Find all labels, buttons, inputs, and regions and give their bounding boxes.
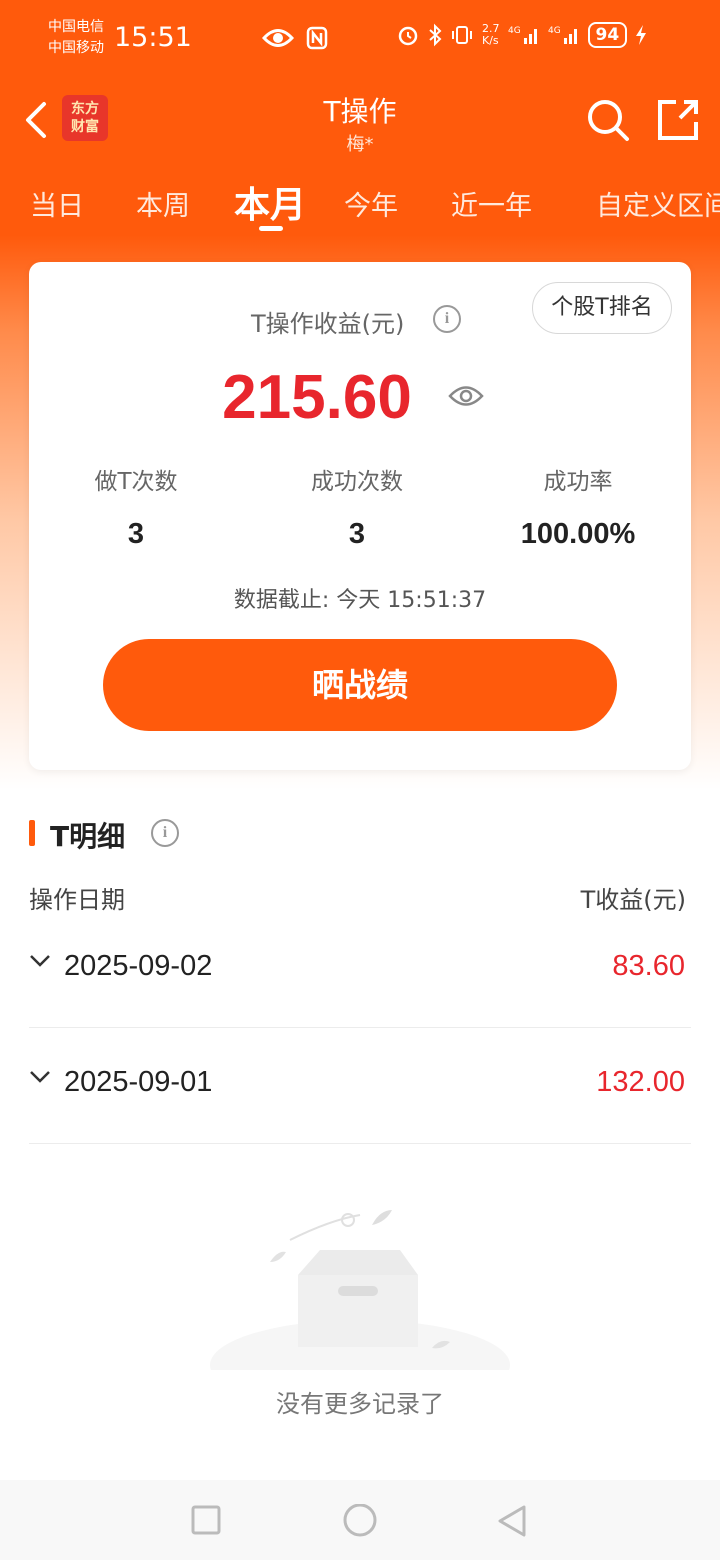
tab-week[interactable]: 本周: [136, 184, 190, 223]
row-date: 2025-09-02: [64, 950, 213, 982]
charging-icon: [636, 25, 647, 45]
tab-today[interactable]: 当日: [30, 184, 84, 223]
svg-text:4G: 4G: [548, 26, 561, 36]
tab-indicator: [259, 226, 283, 231]
profit-label: T操作收益(元): [251, 310, 405, 338]
eye-status-icon: [262, 29, 294, 47]
back-nav-button[interactable]: [496, 1504, 528, 1538]
net-speed: 2.7 K/s: [482, 22, 500, 47]
share-button[interactable]: [654, 96, 702, 144]
row-profit: 83.60: [612, 950, 685, 982]
stat-label: 成功率: [543, 469, 613, 495]
stat-label: 成功次数: [311, 469, 403, 495]
recent-apps-button[interactable]: [190, 1504, 222, 1536]
tab-month[interactable]: 本月: [234, 176, 306, 228]
search-button[interactable]: [584, 96, 632, 144]
row-profit: 132.00: [596, 1066, 685, 1098]
column-header-date: 操作日期: [29, 886, 125, 914]
stat-value: 3: [127, 518, 145, 550]
toggle-visibility-button[interactable]: [448, 383, 484, 413]
stat-value: 3: [348, 518, 366, 550]
svg-text:4G: 4G: [508, 26, 521, 36]
detail-info-icon[interactable]: i: [151, 819, 179, 847]
detail-row[interactable]: 2025-09-01 132.00: [29, 1028, 691, 1144]
signal-4g-icon-1: 4G: [508, 26, 537, 44]
row-date: 2025-09-01: [64, 1066, 213, 1098]
vibrate-icon: [452, 26, 472, 44]
detail-row[interactable]: 2025-09-02 83.60: [29, 912, 691, 1028]
detail-section-title: T明细: [50, 820, 126, 853]
status-icons-right: 2.7 K/s 4G 4G 94: [396, 22, 647, 48]
eye-icon: [448, 386, 484, 406]
profit-info-icon[interactable]: i: [433, 305, 461, 333]
chevron-down-icon: [30, 1071, 50, 1083]
stat-success-count: 成功次数 3: [247, 462, 467, 551]
stock-rank-button[interactable]: 个股T排名: [532, 282, 672, 334]
app-header: 东方财富 T操作 梅*: [0, 82, 720, 162]
carrier-1: 中国电信: [48, 19, 104, 35]
chevron-down-icon: [30, 955, 50, 967]
search-icon: [588, 100, 629, 141]
stat-label: 做T次数: [94, 469, 178, 495]
period-tabs: 当日 本周 本月 今年 近一年 自定义区间: [0, 172, 720, 234]
share-results-button[interactable]: 晒战绩: [103, 639, 617, 731]
signal-4g-icon-2: 4G: [548, 26, 577, 44]
status-icons-left: [262, 26, 328, 50]
column-header-profit: T收益(元): [580, 886, 686, 914]
empty-box-illustration: [210, 1210, 510, 1370]
carrier-labels: 中国电信 中国移动: [48, 17, 104, 59]
data-timestamp: 数据截止: 今天 15:51:37: [233, 588, 487, 613]
stat-trade-count: 做T次数 3: [26, 462, 246, 551]
carrier-2: 中国移动: [48, 40, 104, 56]
stat-success-rate: 成功率 100.00%: [468, 462, 688, 551]
empty-state-text: 没有更多记录了: [276, 1390, 444, 1418]
tab-custom-range[interactable]: 自定义区间: [596, 184, 720, 223]
tab-year[interactable]: 今年: [344, 184, 398, 223]
status-bar: 中国电信 中国移动 15:51 2.7 K/s 4G 4G 94: [0, 0, 720, 82]
stat-value: 100.00%: [520, 518, 636, 550]
system-nav-bar: [0, 1480, 720, 1560]
home-button[interactable]: [342, 1504, 378, 1540]
bluetooth-icon: [429, 23, 442, 47]
section-accent-bar: [29, 820, 35, 846]
battery-indicator: 94: [587, 22, 628, 48]
nfc-icon: [306, 26, 328, 50]
alarm-icon: [398, 26, 418, 46]
share-icon: [658, 100, 698, 140]
clock: 15:51: [114, 22, 192, 53]
tab-last-year[interactable]: 近一年: [451, 184, 532, 223]
profit-amount: 215.60: [222, 363, 412, 432]
summary-card: T操作收益(元) i 个股T排名 215.60 做T次数 3 成功次数 3 成功…: [29, 262, 691, 770]
